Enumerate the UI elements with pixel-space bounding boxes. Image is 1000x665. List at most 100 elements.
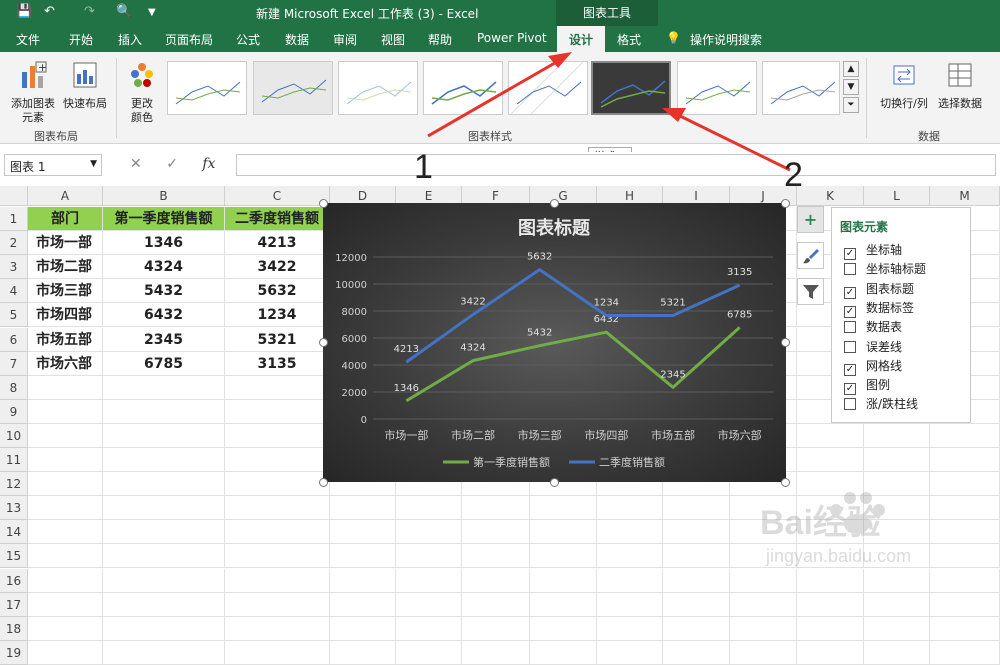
- empty-cell[interactable]: [797, 544, 864, 569]
- empty-cell[interactable]: [597, 496, 663, 521]
- table-cell[interactable]: [28, 448, 103, 473]
- row-header-2[interactable]: 2: [0, 231, 28, 256]
- column-header-l[interactable]: L: [864, 186, 930, 206]
- table-cell[interactable]: [225, 520, 330, 545]
- empty-cell[interactable]: [730, 520, 797, 545]
- empty-cell[interactable]: [396, 616, 462, 641]
- empty-cell[interactable]: [797, 423, 864, 448]
- empty-cell[interactable]: [730, 640, 797, 665]
- empty-cell[interactable]: [797, 520, 864, 545]
- table-cell[interactable]: [225, 592, 330, 617]
- table-cell[interactable]: [28, 472, 103, 497]
- empty-cell[interactable]: [462, 592, 530, 617]
- table-cell[interactable]: [103, 448, 225, 473]
- table-cell[interactable]: 1234: [225, 303, 330, 328]
- empty-cell[interactable]: [864, 496, 930, 521]
- chart-element-option[interactable]: 涨/跌柱线: [844, 395, 918, 412]
- row-header-4[interactable]: 4: [0, 279, 28, 304]
- table-cell[interactable]: [103, 616, 225, 641]
- table-cell[interactable]: [225, 399, 330, 424]
- table-cell[interactable]: [103, 423, 225, 448]
- row-header-9[interactable]: 9: [0, 399, 28, 424]
- empty-cell[interactable]: [663, 640, 730, 665]
- checkbox[interactable]: ✓: [844, 286, 856, 299]
- table-cell[interactable]: [103, 496, 225, 521]
- row-header-5[interactable]: 5: [0, 303, 28, 328]
- table-cell[interactable]: [225, 616, 330, 641]
- chart-style-3[interactable]: [338, 61, 418, 115]
- chart-element-option[interactable]: ✓ 网格线: [844, 357, 902, 376]
- column-header-b[interactable]: B: [103, 186, 225, 206]
- row-header-17[interactable]: 17: [0, 592, 28, 617]
- empty-cell[interactable]: [663, 592, 730, 617]
- chart-style-8[interactable]: [762, 61, 840, 115]
- empty-cell[interactable]: [330, 544, 396, 569]
- table-cell[interactable]: [103, 472, 225, 497]
- tab-insert[interactable]: 插入: [118, 31, 142, 48]
- table-cell[interactable]: 3135: [225, 351, 330, 376]
- table-cell[interactable]: [103, 375, 225, 400]
- empty-cell[interactable]: [330, 520, 396, 545]
- chart-element-option[interactable]: 坐标轴标题: [844, 260, 926, 277]
- table-cell[interactable]: [225, 472, 330, 497]
- row-header-6[interactable]: 6: [0, 327, 28, 352]
- tab-design[interactable]: 设计: [557, 26, 606, 53]
- select-data-button[interactable]: 选择数据: [934, 60, 986, 111]
- empty-cell[interactable]: [797, 592, 864, 617]
- row-header-8[interactable]: 8: [0, 375, 28, 400]
- chart-style-5[interactable]: [508, 61, 588, 115]
- redo-icon[interactable]: ↷: [84, 4, 95, 19]
- quick-layout-button[interactable]: 快速布局: [60, 60, 110, 111]
- row-header-14[interactable]: 14: [0, 520, 28, 545]
- checkbox[interactable]: [844, 398, 856, 411]
- table-cell[interactable]: 4213: [225, 231, 330, 256]
- table-cell[interactable]: 5632: [225, 279, 330, 304]
- resize-handle[interactable]: [319, 338, 328, 347]
- table-cell[interactable]: [225, 423, 330, 448]
- tab-file[interactable]: 文件: [16, 31, 40, 48]
- styles-more-icon[interactable]: ⏷: [843, 97, 859, 113]
- tab-view[interactable]: 视图: [381, 31, 405, 48]
- empty-cell[interactable]: [864, 448, 930, 473]
- empty-cell[interactable]: [930, 520, 1000, 545]
- table-cell[interactable]: [225, 544, 330, 569]
- insert-function-icon[interactable]: fx: [202, 156, 215, 172]
- resize-handle[interactable]: [550, 199, 559, 208]
- empty-cell[interactable]: [797, 472, 864, 497]
- table-header-cell[interactable]: 第一季度销售额: [103, 207, 225, 232]
- empty-cell[interactable]: [864, 472, 930, 497]
- chart-style-4[interactable]: [423, 61, 503, 115]
- chart-elements-plus-icon[interactable]: +: [797, 206, 824, 233]
- row-header-19[interactable]: 19: [0, 640, 28, 665]
- table-cell[interactable]: [103, 520, 225, 545]
- table-header-cell[interactable]: 部门: [28, 207, 103, 232]
- checkbox[interactable]: ✓: [844, 305, 856, 318]
- table-cell[interactable]: [225, 375, 330, 400]
- table-cell[interactable]: [28, 520, 103, 545]
- empty-cell[interactable]: [930, 616, 1000, 641]
- table-cell[interactable]: [103, 544, 225, 569]
- empty-cell[interactable]: [597, 616, 663, 641]
- empty-cell[interactable]: [462, 544, 530, 569]
- empty-cell[interactable]: [797, 616, 864, 641]
- table-cell[interactable]: [103, 640, 225, 665]
- chart-element-option[interactable]: ✓ 图表标题: [844, 280, 914, 299]
- empty-cell[interactable]: [797, 640, 864, 665]
- enter-icon[interactable]: ✓: [166, 156, 178, 172]
- empty-cell[interactable]: [730, 616, 797, 641]
- empty-cell[interactable]: [864, 592, 930, 617]
- switch-row-column-button[interactable]: 切换行/列: [874, 60, 934, 111]
- chart-style-7[interactable]: [677, 61, 757, 115]
- table-cell[interactable]: [225, 640, 330, 665]
- resize-handle[interactable]: [319, 478, 328, 487]
- empty-cell[interactable]: [663, 544, 730, 569]
- empty-cell[interactable]: [530, 640, 597, 665]
- table-cell[interactable]: [28, 423, 103, 448]
- tab-formulas[interactable]: 公式: [236, 31, 260, 48]
- tab-power-pivot[interactable]: Power Pivot: [477, 31, 547, 45]
- table-cell[interactable]: 4324: [103, 255, 225, 280]
- tab-data[interactable]: 数据: [285, 31, 309, 48]
- row-header-12[interactable]: 12: [0, 472, 28, 497]
- checkbox[interactable]: [844, 340, 856, 353]
- resize-handle[interactable]: [550, 478, 559, 487]
